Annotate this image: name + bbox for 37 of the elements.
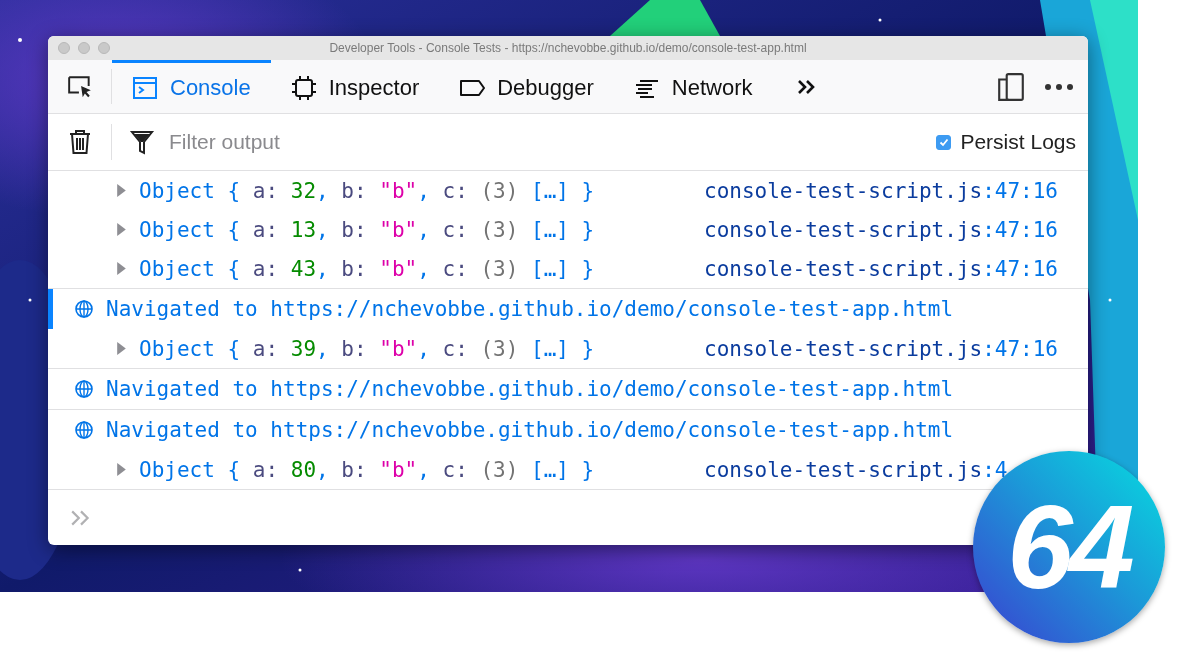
more-icon[interactable] <box>1044 82 1074 91</box>
filter-icon[interactable] <box>129 129 155 155</box>
navigation-message: Navigated to https://nchevobbe.github.io/demo/console-test-app.html <box>106 418 954 442</box>
caret-icon[interactable] <box>116 222 127 237</box>
source-link[interactable]: console-test-script.js:47:16 <box>704 217 1058 242</box>
caret-icon[interactable] <box>116 462 127 477</box>
chevrons-icon[interactable] <box>796 78 817 95</box>
devtools-tab[interactable]: Inspector <box>270 60 440 113</box>
source-link[interactable]: console-test-script.js:47:16 <box>704 178 1058 203</box>
source-link[interactable]: console-test-script.js:4 <box>704 457 1008 482</box>
navigation-message: Navigated to https://nchevobbe.github.io/demo/console-test-app.html <box>106 297 954 321</box>
globe-icon <box>74 299 94 319</box>
terminal-icon <box>132 75 158 101</box>
phone-icon[interactable] <box>996 71 1026 102</box>
devtools-tab[interactable]: Debugger <box>439 60 614 113</box>
globe-icon <box>74 420 94 440</box>
devtools-tab[interactable]: Network <box>613 60 773 113</box>
filter-field[interactable]: Filter output <box>169 124 925 160</box>
caret-icon[interactable] <box>116 261 127 276</box>
source-link[interactable]: console-test-script.js:47:16 <box>704 256 1058 281</box>
persist-logs-label[interactable]: Persist Logs <box>960 130 1076 154</box>
caret-icon[interactable] <box>116 341 127 356</box>
checkbox[interactable] <box>936 134 952 150</box>
frame-icon <box>290 75 317 101</box>
devtools-tab[interactable]: Console <box>112 60 271 113</box>
check-icon <box>937 136 950 148</box>
object-preview: Object { a: 32, b: "b", c: (3) […] } <box>139 178 595 203</box>
source-link[interactable]: console-test-script.js:47:16 <box>704 336 1058 361</box>
navigation-message: Navigated to https://nchevobbe.github.io/demo/console-test-app.html <box>106 377 954 401</box>
window-title: Developer Tools - Console Tests - https://nchevobbe.github.io/demo/console-test-app.html <box>329 41 807 55</box>
globe-icon <box>74 379 94 399</box>
pointer-frame-icon[interactable] <box>66 73 93 100</box>
caret-icon[interactable] <box>116 183 127 198</box>
object-preview: Object { a: 13, b: "b", c: (3) […] } <box>139 217 595 242</box>
object-preview: Object { a: 80, b: "b", c: (3) […] } <box>139 457 595 482</box>
object-preview: Object { a: 39, b: "b", c: (3) […] } <box>139 336 595 361</box>
object-preview: Object { a: 43, b: "b", c: (3) […] } <box>139 256 595 281</box>
